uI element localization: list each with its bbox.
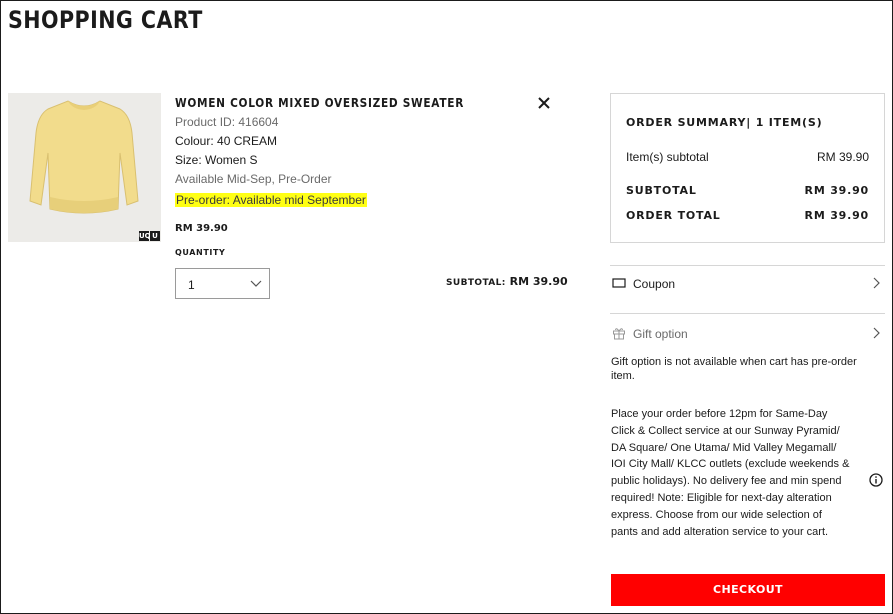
info-icon[interactable] bbox=[869, 473, 883, 487]
item-availability: Available Mid-Sep, Pre-Order bbox=[175, 172, 332, 186]
order-total-value: RM 39.90 bbox=[804, 209, 869, 222]
coupon-row[interactable]: Coupon bbox=[610, 274, 885, 294]
subtotal-value: RM 39.90 bbox=[804, 184, 869, 197]
item-colour: Colour: 40 CREAM bbox=[175, 134, 278, 148]
divider bbox=[610, 313, 885, 314]
quantity-label: QUANTITY bbox=[175, 248, 226, 257]
order-total-row: ORDER TOTAL RM 39.90 bbox=[626, 209, 869, 222]
chevron-right-icon bbox=[873, 277, 880, 289]
item-price: RM 39.90 bbox=[175, 223, 228, 234]
order-total-label: ORDER TOTAL bbox=[626, 209, 721, 222]
items-subtotal-row: Item(s) subtotal RM 39.90 bbox=[626, 150, 869, 164]
order-summary: ORDER SUMMARY| 1 ITEM(S) Item(s) subtota… bbox=[610, 93, 885, 243]
uniqlo-logo-mark: UQ bbox=[139, 231, 151, 241]
subtotal-row: SUBTOTAL RM 39.90 bbox=[626, 184, 869, 197]
quantity-select[interactable]: 1 bbox=[175, 268, 270, 299]
product-image[interactable] bbox=[8, 93, 161, 242]
checkout-button[interactable]: CHECKOUT bbox=[611, 574, 885, 606]
items-subtotal-value: RM 39.90 bbox=[816, 150, 869, 164]
coupon-label: Coupon bbox=[633, 277, 676, 291]
gift-icon bbox=[613, 328, 625, 340]
item-size: Size: Women S bbox=[175, 153, 258, 167]
uniqlo-u-mark: U bbox=[150, 231, 160, 241]
line-subtotal-label: SUBTOTAL: bbox=[446, 278, 506, 288]
item-name[interactable]: WOMEN COLOR MIXED OVERSIZED SWEATER bbox=[175, 96, 464, 110]
chevron-right-icon bbox=[873, 327, 880, 339]
quantity-value: 1 bbox=[188, 278, 195, 292]
product-id: Product ID: 416604 bbox=[175, 115, 279, 129]
line-subtotal-value: RM 39.90 bbox=[509, 275, 568, 288]
sweater-image bbox=[8, 93, 161, 242]
divider bbox=[610, 265, 885, 266]
chevron-down-icon bbox=[250, 280, 262, 287]
preorder-highlight: Pre-order: Available mid September bbox=[175, 193, 367, 207]
summary-title: ORDER SUMMARY| 1 ITEM(S) bbox=[626, 116, 823, 129]
uniqlo-logo: UQ U bbox=[139, 231, 160, 241]
items-subtotal-label: Item(s) subtotal bbox=[626, 150, 709, 164]
gift-option-row[interactable]: Gift option bbox=[610, 324, 885, 344]
coupon-icon bbox=[612, 278, 626, 288]
gift-option-label: Gift option bbox=[633, 327, 688, 341]
page-title: SHOPPING CART bbox=[8, 6, 203, 34]
subtotal-label: SUBTOTAL bbox=[626, 184, 697, 197]
same-day-info: Place your order before 12pm for Same-Da… bbox=[611, 408, 850, 538]
close-icon[interactable] bbox=[537, 96, 551, 110]
line-subtotal: SUBTOTAL: RM 39.90 bbox=[446, 275, 568, 288]
gift-option-note: Gift option is not available when cart h… bbox=[611, 356, 857, 382]
preorder-note: Pre-order: Available mid September bbox=[175, 193, 367, 207]
